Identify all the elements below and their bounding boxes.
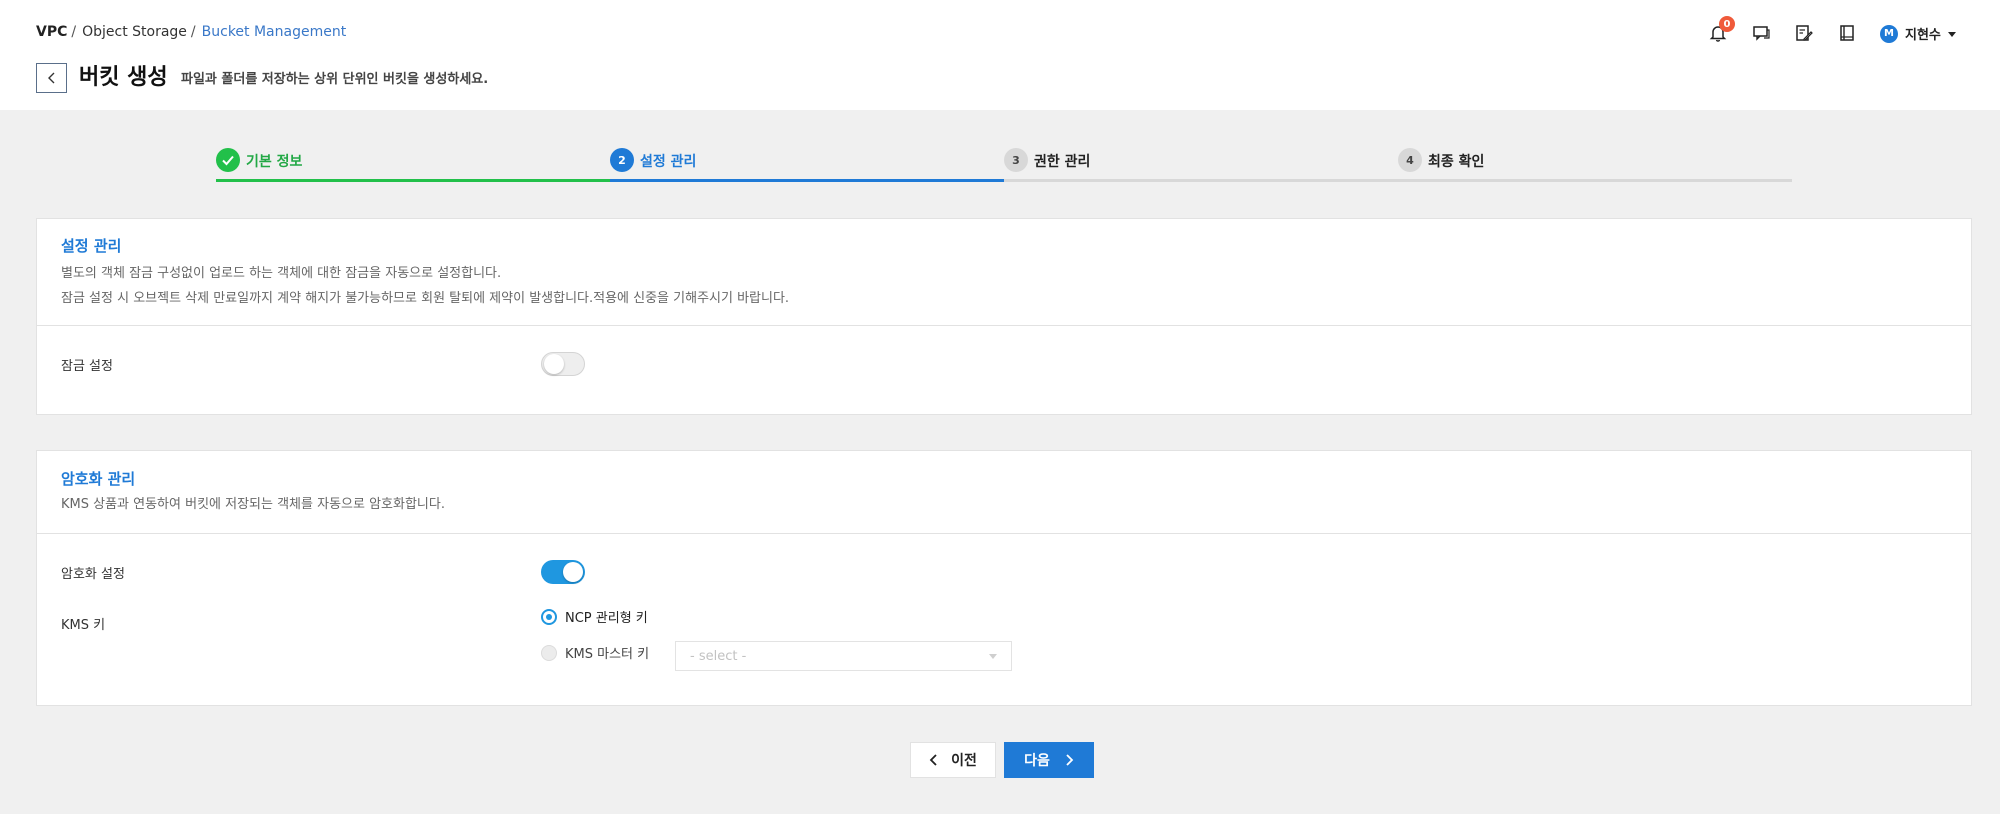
select-placeholder: - select - [690, 648, 747, 664]
step-label: 최종 확인 [1428, 154, 1485, 170]
step-number: 2 [610, 148, 634, 172]
user-name: 지현수 [1905, 28, 1941, 43]
panel-title: 설정 관리 [61, 237, 122, 255]
panel-description: 잠금 설정 시 오브젝트 삭제 만료일까지 계약 해지가 불가능하므로 회원 탈… [61, 291, 790, 306]
caret-down-icon [1947, 31, 1956, 37]
breadcrumb-object-storage[interactable]: Object Storage [82, 24, 187, 40]
encryption-panel: 암호화 관리 KMS 상품과 연동하여 버킷에 저장되는 객체를 자동으로 암호… [36, 450, 1972, 706]
breadcrumb-bucket-management[interactable]: Bucket Management [202, 24, 347, 40]
step-number: 3 [1004, 148, 1028, 172]
step-final-review[interactable]: 4 최종 확인 [1398, 148, 1792, 182]
step-permissions[interactable]: 3 권한 관리 [1004, 148, 1398, 182]
edit-notes-button[interactable] [1793, 22, 1815, 44]
chevron-left-icon [929, 754, 937, 766]
step-number: 4 [1398, 148, 1422, 172]
panel-title: 암호화 관리 [61, 470, 136, 488]
next-button-label: 다음 [1024, 753, 1050, 769]
step-progress-line [216, 179, 610, 182]
edit-document-icon [1796, 25, 1813, 41]
previous-button[interactable]: 이전 [910, 742, 996, 778]
manual-button[interactable] [1836, 22, 1858, 44]
encryption-setting-label: 암호화 설정 [61, 567, 125, 582]
kms-key-select[interactable]: - select - [675, 641, 1012, 671]
lock-setting-label: 잠금 설정 [61, 359, 113, 374]
next-button[interactable]: 다음 [1004, 742, 1094, 778]
toggle-knob [544, 354, 564, 374]
radio-button-unchecked[interactable] [541, 644, 557, 661]
panel-header: 설정 관리 별도의 객체 잠금 구성없이 업로드 하는 객체에 대한 잠금을 자… [37, 219, 1971, 326]
step-progress-line [610, 179, 1004, 182]
step-progress-line [1004, 179, 1398, 182]
page-header: VPC / Object Storage / Bucket Management… [0, 0, 2000, 110]
step-basic-info[interactable]: 기본 정보 [216, 148, 610, 182]
chevron-right-icon [1066, 754, 1074, 766]
caret-down-icon [989, 654, 997, 659]
toggle-knob [563, 562, 583, 582]
encryption-setting-toggle[interactable] [541, 560, 585, 584]
breadcrumb-separator: / [71, 24, 77, 40]
check-icon [222, 155, 234, 166]
radio-label: NCP 관리형 키 [565, 611, 648, 626]
radio-label: KMS 마스터 키 [565, 647, 650, 662]
radio-kms-master-key[interactable]: KMS 마스터 키 [541, 643, 649, 662]
lock-setting-toggle[interactable] [541, 352, 585, 376]
kms-key-label: KMS 키 [61, 618, 106, 633]
radio-ncp-managed-key[interactable]: NCP 관리형 키 [541, 607, 648, 626]
radio-button-checked[interactable] [541, 608, 557, 625]
step-label: 권한 관리 [1034, 154, 1091, 170]
step-settings[interactable]: 2 설정 관리 [610, 148, 1004, 182]
book-icon [1840, 25, 1854, 41]
previous-button-label: 이전 [951, 753, 977, 769]
breadcrumb-separator: / [190, 24, 196, 40]
avatar: M [1880, 24, 1898, 43]
panel-description: 별도의 객체 잠금 구성없이 업로드 하는 객체에 대한 잠금을 자동으로 설정… [61, 266, 502, 281]
step-progress-line [1398, 179, 1792, 182]
back-button[interactable] [36, 63, 67, 93]
chevron-left-icon [47, 72, 54, 84]
page-title: 버킷 생성 [79, 65, 168, 90]
notification-count-badge: 0 [1719, 16, 1735, 32]
chat-button[interactable] [1750, 22, 1772, 44]
user-menu[interactable]: M 지현수 [1880, 24, 1957, 43]
lock-settings-panel: 설정 관리 별도의 객체 잠금 구성없이 업로드 하는 객체에 대한 잠금을 자… [36, 218, 1972, 415]
step-check-circle [216, 148, 240, 172]
panel-header: 암호화 관리 KMS 상품과 연동하여 버킷에 저장되는 객체를 자동으로 암호… [37, 451, 1971, 534]
breadcrumb-vpc[interactable]: VPC [36, 24, 67, 40]
page-description: 파일과 폴더를 저장하는 상위 단위인 버킷을 생성하세요. [181, 72, 489, 87]
breadcrumb: VPC / Object Storage / Bucket Management [36, 24, 346, 40]
chat-icon [1753, 26, 1770, 41]
step-label: 설정 관리 [640, 154, 697, 170]
step-label: 기본 정보 [246, 154, 303, 170]
panel-description: KMS 상품과 연동하여 버킷에 저장되는 객체를 자동으로 암호화합니다. [61, 497, 445, 512]
